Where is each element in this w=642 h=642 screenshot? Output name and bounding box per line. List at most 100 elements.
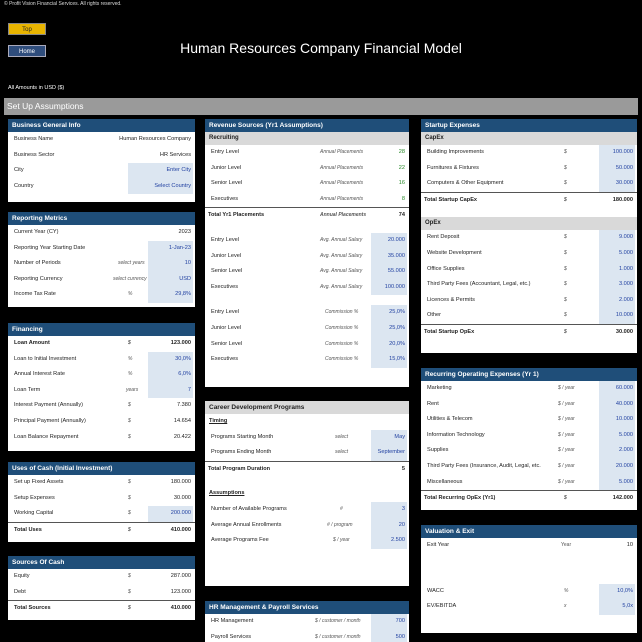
- licences-label: Licences & Permits: [427, 296, 475, 303]
- salary-exec-input[interactable]: 100.000: [371, 279, 407, 296]
- other-input[interactable]: 10.000: [599, 308, 635, 324]
- miscellaneous-input[interactable]: 5.000: [599, 474, 635, 491]
- website-label: Website Development: [427, 249, 482, 256]
- program-end-unit: select: [335, 449, 349, 456]
- working-capital-input[interactable]: 200.000: [148, 506, 193, 522]
- total-recurring-label: Total Recurring OpEx (Yr1): [424, 495, 496, 502]
- payroll-services-label: Payroll Services: [211, 633, 252, 640]
- loan-balance-unit: $: [128, 433, 131, 440]
- program-end-select[interactable]: September: [371, 445, 407, 461]
- periods-unit: select years: [118, 260, 145, 267]
- ev-ebitda-input[interactable]: 5,0x: [599, 599, 635, 615]
- recruiting-subheader: Recruiting: [205, 132, 409, 145]
- it-input[interactable]: 5.000: [599, 427, 635, 444]
- start-date-input[interactable]: 1-Jan-23: [148, 240, 193, 257]
- timing-label: Timing: [209, 418, 228, 424]
- interest-rate-input[interactable]: 6,0%: [148, 367, 193, 383]
- supplies-label: Supplies: [427, 447, 449, 454]
- rent-deposit-label: Rent Deposit: [427, 234, 460, 241]
- utilities-input[interactable]: 10.000: [599, 412, 635, 428]
- commission-senior-input[interactable]: 20,0%: [371, 336, 407, 353]
- loan-term-input[interactable]: 7: [148, 382, 193, 399]
- enrollments-input[interactable]: 20: [371, 517, 407, 534]
- commission-junior-unit: Commission %: [325, 324, 359, 331]
- recurring-opex-header: Recurring Operating Expenses (Yr 1): [421, 368, 637, 381]
- third-party-fees-label: Third Party Fees (Accountant, Legal, etc…: [427, 281, 531, 288]
- marketing-input[interactable]: 60.000: [599, 381, 635, 397]
- salary-junior-input[interactable]: 35.000: [371, 248, 407, 265]
- startup-expenses-panel: Startup Expenses CapEx Building Improvem…: [421, 119, 637, 353]
- periods-select[interactable]: 10: [148, 256, 193, 272]
- currency-select[interactable]: USD: [148, 271, 193, 288]
- business-sector-row: Business Sector HR Services: [8, 148, 195, 164]
- payroll-services-unit: $ / customer / month: [315, 633, 361, 640]
- available-programs-input[interactable]: 3: [371, 501, 407, 518]
- financing-panel: Financing Loan Amount $123.000 Loan to In…: [8, 323, 195, 451]
- program-duration-row: Total Program Duration 5: [205, 460, 409, 477]
- third-party-recurring-unit: $ / year: [558, 462, 575, 469]
- business-sector-value[interactable]: HR Services: [160, 148, 193, 164]
- enrollments-row: Average Annual Enrollments # / program 20: [205, 517, 409, 534]
- loan-to-investment-input[interactable]: 30,0%: [148, 351, 193, 368]
- program-start-select[interactable]: May: [371, 429, 407, 446]
- licences-input[interactable]: 2.000: [599, 292, 635, 309]
- top-button[interactable]: Top: [8, 23, 46, 35]
- salary-senior-input[interactable]: 55.000: [371, 264, 407, 280]
- commission-entry-input[interactable]: 25,0%: [371, 305, 407, 321]
- reporting-metrics-header: Reporting Metrics: [8, 212, 195, 225]
- building-improvements-input[interactable]: 100.000: [599, 145, 635, 161]
- loan-amount-row: Loan Amount $123.000: [8, 336, 195, 352]
- working-capital-row: Working Capital $200.000: [8, 506, 195, 522]
- debt-label: Debt: [14, 588, 26, 595]
- city-input[interactable]: Enter City: [128, 163, 193, 179]
- supplies-input[interactable]: 2.000: [599, 443, 635, 459]
- country-row: Country Select Country: [8, 178, 195, 195]
- website-row: Website Development $5.000: [421, 245, 637, 262]
- program-start-unit: select: [335, 433, 349, 440]
- section-header: Set Up Assumptions: [4, 98, 638, 115]
- interest-rate-label: Annual Interest Rate: [14, 371, 65, 378]
- program-start-label: Programs Starting Month: [211, 433, 274, 440]
- program-duration-label: Total Program Duration: [208, 465, 271, 472]
- placements-exec-row: Executives Annual Placements 8: [205, 192, 409, 208]
- third-party-recurring-input[interactable]: 20.000: [599, 458, 635, 475]
- total-sources-value: 410.000: [170, 605, 191, 612]
- debt-row: Debt $123.000: [8, 585, 195, 601]
- rent-deposit-input[interactable]: 9.000: [599, 230, 635, 246]
- loan-amount-label: Loan Amount: [14, 340, 50, 346]
- program-end-row: Programs Ending Month select September: [205, 445, 409, 461]
- it-row: Information Technology $ / year 5.000: [421, 427, 637, 444]
- enrollments-label: Average Annual Enrollments: [211, 521, 282, 528]
- currency-note: All Amounts in USD ($): [8, 85, 65, 91]
- country-select[interactable]: Select Country: [128, 178, 193, 195]
- loan-amount-unit: $: [128, 340, 131, 346]
- salary-entry-input[interactable]: 20.000: [371, 232, 407, 249]
- commission-entry-label: Entry Level: [211, 309, 239, 316]
- loan-to-investment-unit: %: [128, 355, 133, 362]
- loan-to-investment-row: Loan to Initial Investment% 30,0%: [8, 351, 195, 368]
- business-name-value[interactable]: Human Resources Company: [119, 132, 193, 148]
- website-input[interactable]: 5.000: [599, 245, 635, 262]
- third-party-fees-row: Third Party Fees (Accountant, Legal, etc…: [421, 277, 637, 293]
- hr-management-input[interactable]: 700: [371, 614, 407, 630]
- placements-senior-row: Senior Level Annual Placements 16: [205, 176, 409, 192]
- utilities-unit: $ / year: [558, 416, 575, 423]
- computers-input[interactable]: 30.000: [599, 176, 635, 192]
- wacc-input[interactable]: 10,0%: [599, 583, 635, 600]
- valuation-exit-header: Valuation & Exit: [421, 525, 637, 538]
- placements-junior-value: 22: [398, 164, 405, 171]
- furnitures-input[interactable]: 50.000: [599, 160, 635, 177]
- placements-exec-unit: Annual Placements: [320, 195, 364, 202]
- placements-entry-row: Entry Level Annual Placements 28: [205, 145, 409, 161]
- commission-exec-input[interactable]: 15,0%: [371, 352, 407, 368]
- office-supplies-input[interactable]: 1.000: [599, 261, 635, 278]
- third-party-fees-input[interactable]: 3.000: [599, 277, 635, 293]
- tax-rate-input[interactable]: 29,8%: [148, 287, 193, 303]
- furnitures-label: Furnitures & Fixtures: [427, 164, 479, 171]
- exit-year-value[interactable]: 10: [627, 538, 635, 554]
- program-fee-input[interactable]: 2.500: [371, 533, 407, 549]
- rent-input[interactable]: 40.000: [599, 396, 635, 413]
- payroll-services-input[interactable]: 500: [371, 629, 407, 642]
- commission-junior-input[interactable]: 25,0%: [371, 320, 407, 337]
